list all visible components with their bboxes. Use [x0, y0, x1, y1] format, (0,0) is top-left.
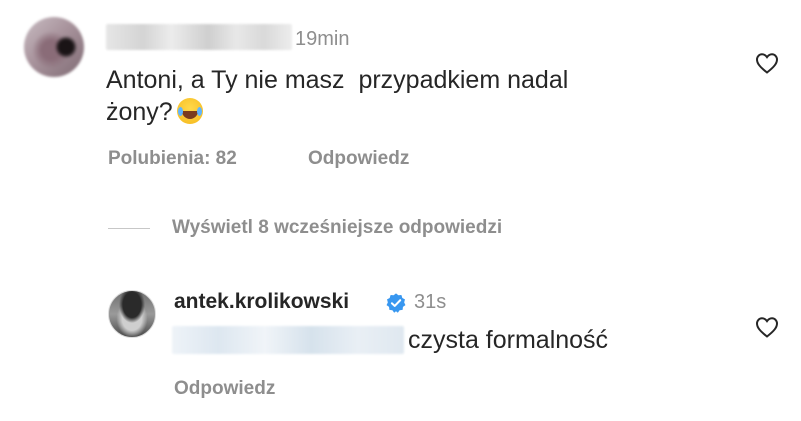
reply-author-username[interactable]: antek.krolikowski	[174, 290, 349, 314]
thread-divider-line	[108, 228, 150, 229]
reply-author-avatar[interactable]	[108, 290, 156, 338]
reply-text: czysta formalność	[408, 326, 609, 354]
view-earlier-replies-button[interactable]: Wyświetl 8 wcześniejsze odpowiedzi	[172, 217, 502, 239]
reply-timestamp: 31s	[414, 291, 447, 313]
comment-text: Antoni, a Ty nie masz przypadkiem nadal …	[106, 64, 706, 128]
reply-button-2[interactable]: Odpowiedz	[174, 378, 275, 400]
commenter-avatar[interactable]	[24, 17, 84, 77]
like-heart-icon-2[interactable]	[755, 316, 779, 338]
likes-count-link[interactable]: Polubienia: 82	[108, 148, 237, 170]
laughing-tears-emoji-icon	[176, 98, 203, 124]
reply-button[interactable]: Odpowiedz	[308, 148, 409, 170]
like-heart-icon[interactable]	[755, 52, 779, 74]
comment-text-body: Antoni, a Ty nie masz przypadkiem nadal …	[106, 66, 569, 126]
comment-timestamp: 19min	[295, 28, 350, 50]
blurred-mention	[172, 326, 404, 354]
verified-badge-icon	[386, 293, 406, 313]
blurred-username	[106, 24, 292, 50]
